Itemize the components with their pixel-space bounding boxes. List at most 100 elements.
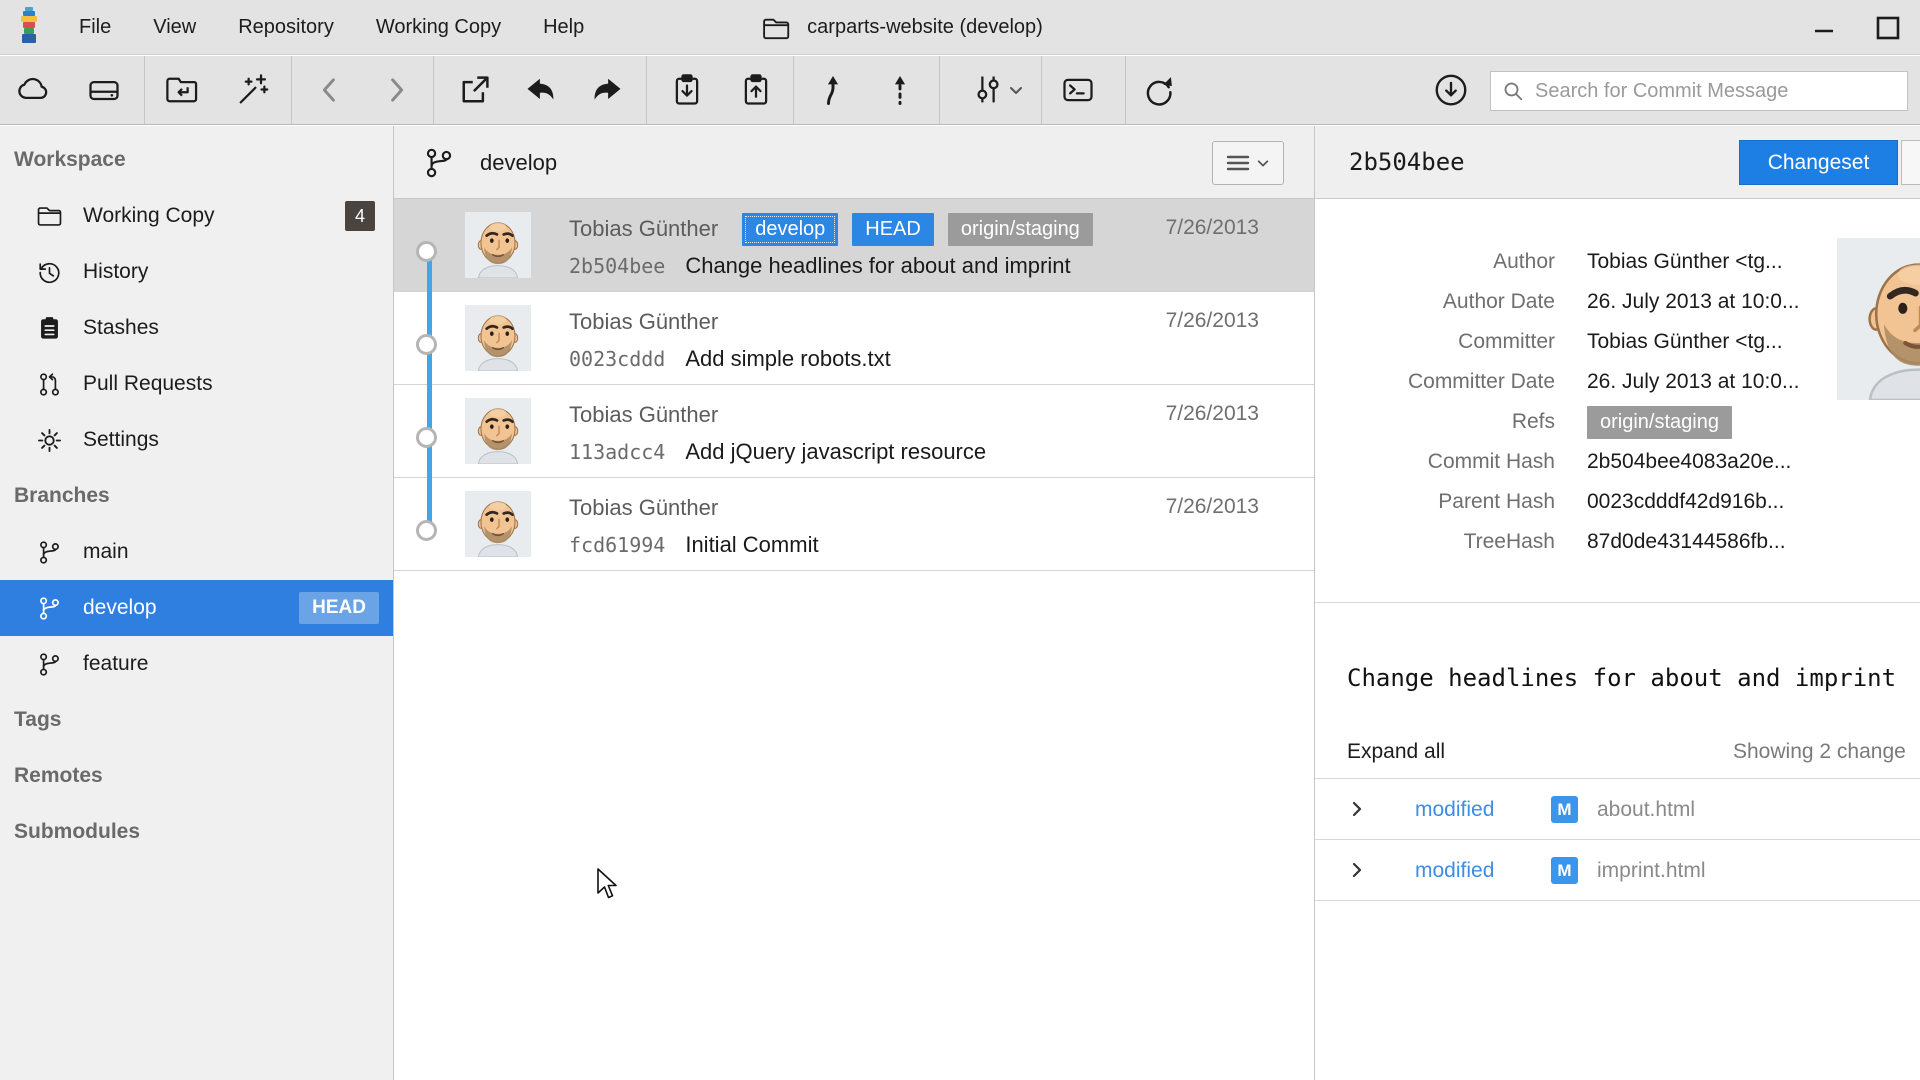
sidebar-item-develop[interactable]: develop HEAD bbox=[0, 580, 393, 636]
chevron-down-icon bbox=[1256, 156, 1270, 170]
graph-node-icon bbox=[416, 241, 437, 262]
chevron-right-icon[interactable] bbox=[1348, 799, 1366, 819]
detail-field-row: Committer Date 26. July 2013 at 10:0... bbox=[1315, 362, 1920, 402]
commit-date: 7/26/2013 bbox=[1166, 402, 1259, 426]
graph-node-icon bbox=[416, 334, 437, 355]
stash-apply-icon[interactable] bbox=[738, 72, 774, 108]
sidebar-item-label: develop bbox=[83, 596, 157, 620]
hamburger-icon bbox=[1226, 154, 1250, 172]
search-input[interactable] bbox=[1533, 79, 1897, 104]
field-value: 0023cdddf42d916b... bbox=[1587, 490, 1784, 514]
field-value: 26. July 2013 at 10:0... bbox=[1587, 290, 1799, 314]
app-logo-icon bbox=[12, 6, 46, 48]
ref-tag-origin-staging: origin/staging bbox=[948, 213, 1093, 246]
sidebar-section-workspace[interactable]: Workspace bbox=[0, 132, 393, 188]
folder-icon bbox=[36, 203, 63, 230]
sidebar-item-history[interactable]: History bbox=[0, 244, 393, 300]
file-status-link[interactable]: modified bbox=[1415, 840, 1494, 901]
sidebar-section-remotes[interactable]: Remotes bbox=[0, 748, 393, 804]
sidebar-section-submodules[interactable]: Submodules bbox=[0, 804, 393, 860]
commit-row[interactable]: Tobias Günther 0023cddd Add simple robot… bbox=[394, 292, 1314, 385]
minimize-button[interactable] bbox=[1792, 0, 1856, 55]
maximize-icon bbox=[1874, 14, 1902, 42]
modified-badge: M bbox=[1551, 796, 1578, 823]
sidebar-section-branches[interactable]: Branches bbox=[0, 468, 393, 524]
sidebar-item-settings[interactable]: Settings bbox=[0, 412, 393, 468]
commit-message-full: Change headlines for about and imprint bbox=[1347, 664, 1896, 692]
sidebar-item-pull-requests[interactable]: Pull Requests bbox=[0, 356, 393, 412]
field-label: Author bbox=[1315, 250, 1555, 274]
avatar bbox=[465, 305, 531, 371]
ref-tag-develop: develop bbox=[742, 213, 838, 246]
commit-row[interactable]: Tobias Günther developHEADorigin/staging… bbox=[394, 199, 1314, 292]
file-status-link[interactable]: modified bbox=[1415, 779, 1494, 840]
graph-node-icon bbox=[416, 427, 437, 448]
sidebar: Workspace Working Copy 4 History Stashes… bbox=[0, 126, 394, 1080]
stash-save-icon[interactable] bbox=[669, 72, 705, 108]
detail-field-row: Commit Hash 2b504bee4083a20e... bbox=[1315, 442, 1920, 482]
head-badge: HEAD bbox=[299, 592, 379, 624]
author-avatar bbox=[1837, 238, 1920, 400]
changed-file-row[interactable]: modified M imprint.html bbox=[1315, 839, 1920, 900]
commit-date: 7/26/2013 bbox=[1166, 216, 1259, 240]
cloud-icon[interactable] bbox=[15, 72, 51, 108]
sidebar-item-feature[interactable]: feature bbox=[0, 636, 393, 692]
changes-toolbar: Expand all Showing 2 change bbox=[1315, 732, 1920, 778]
menu-repository[interactable]: Repository bbox=[217, 0, 355, 55]
menu-working-copy[interactable]: Working Copy bbox=[355, 0, 522, 55]
forward-icon[interactable] bbox=[378, 72, 414, 108]
commit-search bbox=[1490, 71, 1908, 111]
changeset-button[interactable]: Changeset bbox=[1739, 140, 1898, 185]
commit-message: Add jQuery javascript resource bbox=[685, 439, 986, 465]
tree-view-button[interactable] bbox=[1901, 140, 1920, 185]
merge-icon[interactable] bbox=[815, 72, 851, 108]
field-value: Tobias Günther <tg... bbox=[1587, 250, 1783, 274]
menu-file[interactable]: File bbox=[58, 0, 132, 55]
details-header: 2b504bee Changeset bbox=[1315, 126, 1920, 199]
chevron-down-icon[interactable] bbox=[1008, 82, 1024, 98]
terminal-icon[interactable] bbox=[1060, 72, 1096, 108]
commit-hash: 0023cddd bbox=[569, 347, 665, 371]
branch-icon bbox=[36, 539, 63, 566]
list-options-button[interactable] bbox=[1212, 141, 1284, 185]
maximize-button[interactable] bbox=[1856, 0, 1920, 55]
sidebar-item-working-copy[interactable]: Working Copy 4 bbox=[0, 188, 393, 244]
redo-icon[interactable] bbox=[589, 72, 625, 108]
commit-row[interactable]: Tobias Günther 113adcc4 Add jQuery javas… bbox=[394, 385, 1314, 478]
app-window: FileViewRepositoryWorking CopyHelp carpa… bbox=[0, 0, 1920, 1080]
sidebar-item-label: feature bbox=[83, 652, 148, 676]
refresh-icon[interactable] bbox=[1140, 72, 1176, 108]
sidebar-section-tags[interactable]: Tags bbox=[0, 692, 393, 748]
back-icon[interactable] bbox=[312, 72, 348, 108]
drive-icon[interactable] bbox=[86, 72, 122, 108]
short-hash: 2b504bee bbox=[1349, 126, 1465, 199]
field-value: 2b504bee4083a20e... bbox=[1587, 450, 1791, 474]
download-icon[interactable] bbox=[1432, 71, 1470, 109]
commit-message: Add simple robots.txt bbox=[685, 346, 890, 372]
changed-file-row[interactable]: modified M about.html bbox=[1315, 778, 1920, 839]
menu-help[interactable]: Help bbox=[522, 0, 605, 55]
avatar bbox=[465, 398, 531, 464]
sidebar-item-label: Working Copy bbox=[83, 204, 215, 228]
toolbar bbox=[0, 56, 1920, 125]
expand-all-link[interactable]: Expand all bbox=[1347, 740, 1445, 764]
compare-icon[interactable] bbox=[970, 72, 1006, 108]
divider bbox=[1315, 602, 1920, 603]
commit-row[interactable]: Tobias Günther fcd61994 Initial Commit 7… bbox=[394, 478, 1314, 571]
sidebar-item-stashes[interactable]: Stashes bbox=[0, 300, 393, 356]
menu-view[interactable]: View bbox=[132, 0, 217, 55]
commit-author: Tobias Günther bbox=[569, 402, 718, 428]
branch-icon bbox=[36, 595, 63, 622]
magic-wand-icon[interactable] bbox=[234, 72, 270, 108]
chevron-right-icon[interactable] bbox=[1348, 860, 1366, 880]
sidebar-item-main[interactable]: main bbox=[0, 524, 393, 580]
commit-message: Change headlines for about and imprint bbox=[685, 253, 1070, 279]
rebase-icon[interactable] bbox=[882, 72, 918, 108]
file-name: imprint.html bbox=[1597, 840, 1706, 901]
commit-hash: 113adcc4 bbox=[569, 440, 665, 464]
open-folder-icon[interactable] bbox=[164, 72, 200, 108]
share-icon[interactable] bbox=[457, 72, 493, 108]
stash-icon bbox=[36, 315, 63, 342]
undo-icon[interactable] bbox=[523, 72, 559, 108]
titlebar: FileViewRepositoryWorking CopyHelp carpa… bbox=[0, 0, 1920, 55]
